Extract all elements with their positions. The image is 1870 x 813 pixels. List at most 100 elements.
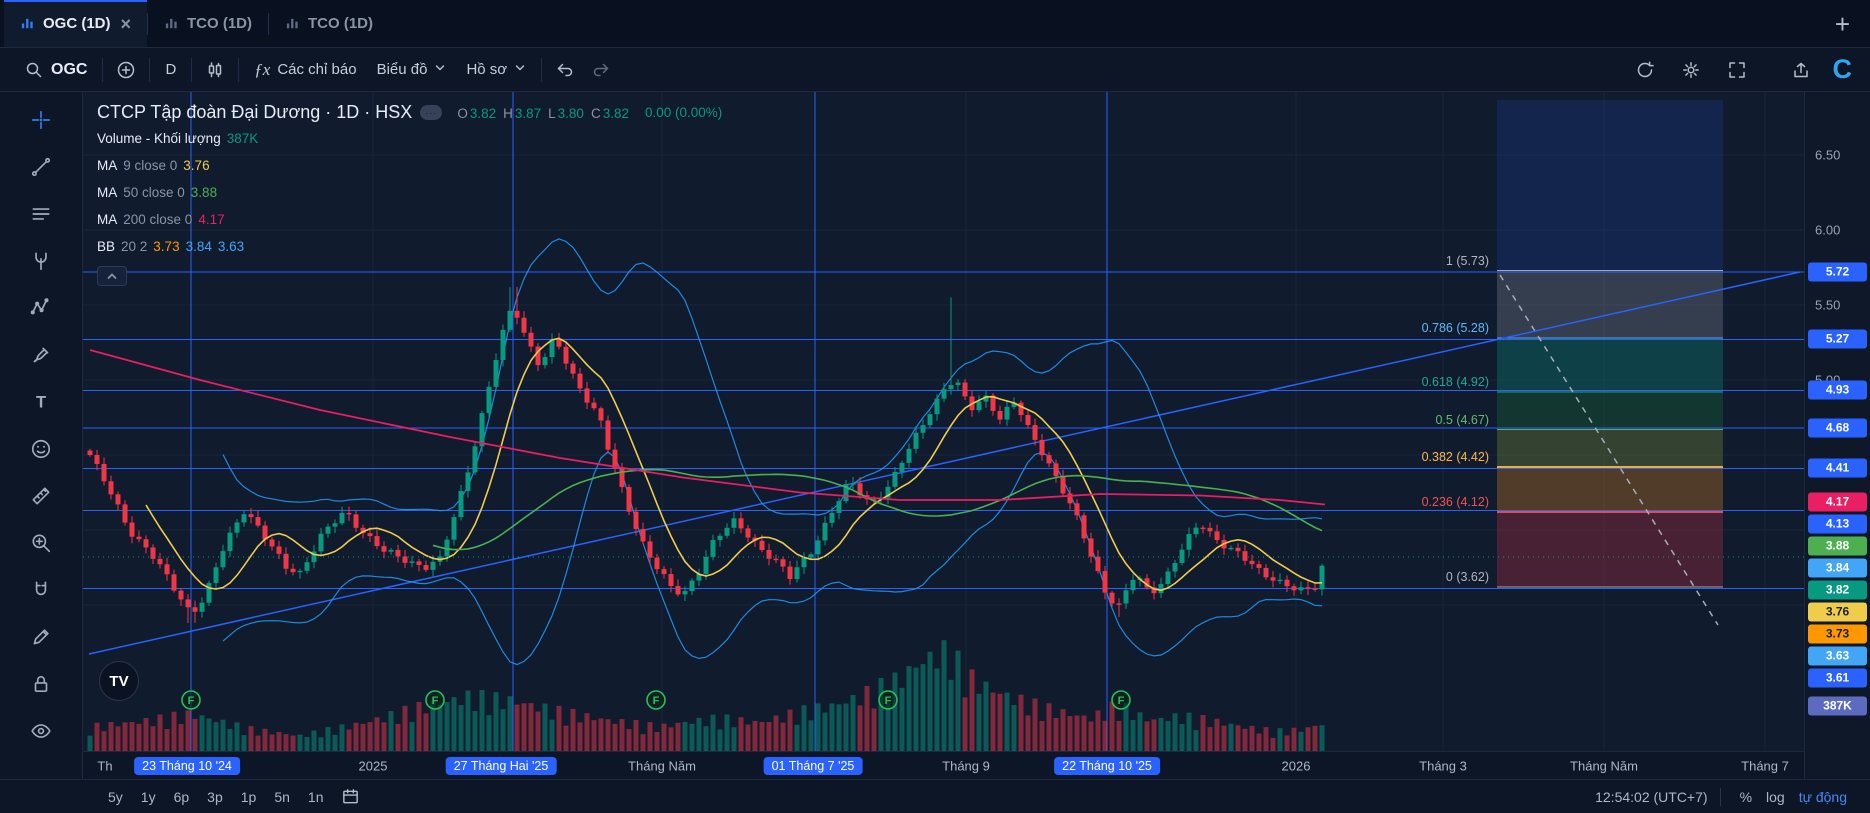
fib-retracement-tool[interactable]	[23, 196, 59, 232]
chart-tab-icon	[286, 18, 298, 29]
main-area: T F F F F F CTCP Tập đoàn Đại Dương · 1D · H…	[0, 92, 1870, 779]
layout-label: Biểu đồ	[376, 61, 428, 78]
indicator-value: 3.76	[183, 158, 210, 173]
range-3p[interactable]: 3p	[199, 786, 231, 808]
chart-type-button[interactable]	[197, 55, 233, 85]
close-tab-button[interactable]: ×	[121, 15, 132, 33]
emoji-tool[interactable]	[23, 431, 59, 467]
fx-icon: ƒx	[254, 59, 271, 79]
eye-tool[interactable]	[23, 713, 59, 749]
tab-list: OGC (1D) × TCO (1D) TCO (1D)	[4, 0, 389, 47]
log-scale-button[interactable]: log	[1759, 786, 1792, 808]
tab-ogc-(1d)[interactable]: OGC (1D) ×	[4, 0, 148, 47]
broker-logo[interactable]: C	[1829, 54, 1857, 85]
indicator-row-bb-20[interactable]: BB 20 2 3.73 3.84 3.63	[97, 233, 722, 260]
tab-tco-(1d)[interactable]: TCO (1D)	[148, 0, 268, 47]
indicators-button[interactable]: ƒx Các chỉ báo	[244, 55, 366, 85]
lock-tool[interactable]	[23, 666, 59, 702]
symbol-search-button[interactable]: OGC	[14, 55, 97, 85]
toolbar-separator	[149, 57, 151, 82]
zoom-tool[interactable]	[23, 525, 59, 561]
magnet-tool[interactable]	[23, 572, 59, 608]
time-label: Tháng 7	[1741, 758, 1789, 773]
edit-tool[interactable]	[23, 619, 59, 655]
svg-text:F: F	[188, 695, 195, 707]
price-label-4.17: 4.17	[1808, 492, 1867, 512]
clock[interactable]: 12:54:02 (UTC+7)	[1595, 789, 1707, 805]
volume-indicator-row[interactable]: Volume - Khối lượng 387K	[97, 125, 722, 152]
tradingview-logo[interactable]: TV	[99, 661, 139, 701]
legend-collapse-button[interactable]	[97, 266, 127, 286]
price-label-3.76: 3.76	[1808, 602, 1867, 622]
profile-button[interactable]: Hồ sơ	[456, 56, 536, 83]
redo-button[interactable]	[583, 55, 619, 85]
ruler-tool[interactable]	[23, 478, 59, 514]
legend: CTCP Tập đoàn Đại Dương · 1D · HSX ··· O…	[97, 102, 722, 286]
tab-label: TCO (1D)	[308, 15, 374, 32]
time-axis[interactable]: Th 23 Tháng 10 '24 2025 27 Tháng Hai '25 Thá…	[83, 751, 1804, 779]
time-marker-chip: 23 Tháng 10 '24	[134, 756, 240, 775]
range-5y[interactable]: 5y	[100, 786, 131, 808]
add-tab-button[interactable]: +	[1835, 11, 1850, 37]
time-label: 2025	[358, 758, 388, 773]
pitchfork-tool[interactable]	[23, 243, 59, 279]
symbol-title[interactable]: CTCP Tập đoàn Đại Dương · 1D · HSX	[97, 102, 412, 123]
fullscreen-icon	[1728, 61, 1745, 78]
auto-scale-button[interactable]: tự động	[1792, 786, 1854, 808]
time-label: Tháng Năm	[628, 758, 696, 773]
bar-replay-button[interactable]	[1627, 55, 1663, 85]
text-tool[interactable]: T	[23, 384, 59, 420]
svg-text:F: F	[1118, 695, 1125, 707]
goto-date-button[interactable]	[341, 787, 360, 806]
volume-value: 387K	[226, 131, 259, 146]
chart-area[interactable]: F F F F F CTCP Tập đoàn Đại Dương · 1D · HSX…	[83, 92, 1804, 751]
range-1y[interactable]: 1y	[133, 786, 164, 808]
time-marker-chip: 27 Tháng Hai '25	[445, 756, 557, 775]
indicator-params: 50 close 0	[123, 185, 185, 200]
share-button[interactable]	[1783, 55, 1819, 85]
indicator-row-ma-200[interactable]: MA 200 close 0 4.17	[97, 206, 722, 233]
price-label-4.41: 4.41	[1808, 458, 1867, 478]
price-label-3.84: 3.84	[1808, 558, 1867, 578]
toolbar-separator	[102, 57, 104, 82]
indicator-name: BB	[97, 239, 116, 254]
chart-tab-icon	[165, 18, 177, 29]
gear-icon	[1682, 61, 1699, 78]
more-menu-button[interactable]: ···	[420, 105, 443, 120]
interval-button[interactable]: D	[155, 56, 186, 83]
toolbar-separator	[238, 57, 240, 82]
fullscreen-button[interactable]	[1719, 55, 1755, 85]
percent-scale-button[interactable]: %	[1733, 786, 1759, 808]
chart-column: F F F F F CTCP Tập đoàn Đại Dương · 1D · HSX…	[83, 92, 1804, 779]
undo-icon	[557, 63, 573, 76]
crosshair-tool[interactable]	[23, 102, 59, 138]
replay-icon	[1637, 60, 1654, 77]
compare-add-button[interactable]	[108, 55, 144, 85]
pattern-tool[interactable]	[23, 290, 59, 326]
range-1n[interactable]: 1n	[300, 786, 332, 808]
tab-tco-(1d)[interactable]: TCO (1D)	[269, 0, 389, 47]
settings-button[interactable]	[1673, 55, 1709, 85]
chevron-up-icon	[107, 273, 117, 279]
price-label-3.88: 3.88	[1808, 536, 1867, 556]
time-marker-chip: 01 Tháng 7 '25	[763, 756, 863, 775]
indicator-value: 3.88	[190, 185, 218, 200]
drawing-toolbar: T	[0, 92, 83, 779]
range-5n[interactable]: 5n	[266, 786, 298, 808]
undo-button[interactable]	[547, 55, 583, 85]
price-label-3.61: 3.61	[1808, 668, 1867, 688]
search-icon	[26, 62, 42, 77]
price-label-3.73: 3.73	[1808, 624, 1867, 644]
indicator-row-ma-9[interactable]: MA 9 close 0 3.76	[97, 152, 722, 179]
range-6p[interactable]: 6p	[166, 786, 198, 808]
brush-tool[interactable]	[23, 337, 59, 373]
indicator-row-ma-50[interactable]: MA 50 close 0 3.88	[97, 179, 722, 206]
indicator-value: 3.73	[153, 239, 180, 254]
tab-bar: OGC (1D) × TCO (1D) TCO (1D) +	[0, 0, 1870, 48]
price-axis[interactable]: 6.506.005.505.00 5.725.274.934.684.414.1…	[1804, 92, 1870, 779]
layout-button[interactable]: Biểu đồ	[367, 56, 457, 83]
range-1p[interactable]: 1p	[233, 786, 265, 808]
indicator-value: 4.17	[198, 212, 225, 227]
time-label: Tháng Năm	[1570, 758, 1638, 773]
trendline-tool[interactable]	[23, 149, 59, 185]
